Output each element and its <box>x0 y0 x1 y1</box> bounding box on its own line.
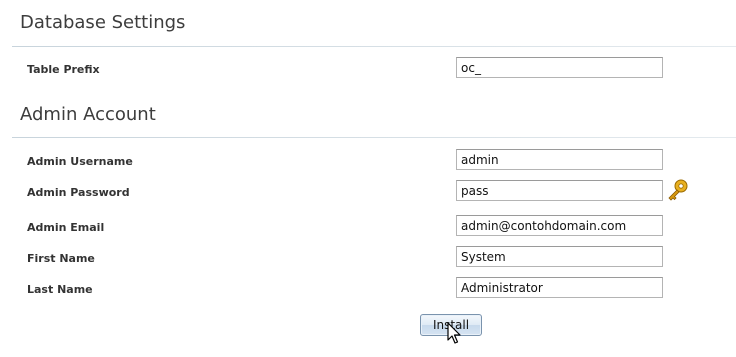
database-section-divider <box>12 46 736 47</box>
last-name-input[interactable] <box>456 277 663 298</box>
key-icon[interactable] <box>666 178 690 202</box>
first-name-input[interactable] <box>456 246 663 267</box>
admin-username-input[interactable] <box>456 149 663 170</box>
table-prefix-input[interactable] <box>456 57 663 78</box>
admin-username-row: Admin Username <box>0 149 736 173</box>
admin-section-divider <box>12 137 736 138</box>
admin-password-input[interactable] <box>456 180 663 201</box>
table-prefix-label: Table Prefix <box>27 63 100 76</box>
table-prefix-row: Table Prefix <box>0 57 736 81</box>
database-settings-heading: Database Settings <box>20 12 186 33</box>
mouse-cursor-icon <box>447 322 461 344</box>
admin-email-input[interactable] <box>456 215 663 236</box>
last-name-label: Last Name <box>27 283 93 296</box>
admin-email-row: Admin Email <box>0 215 736 239</box>
admin-password-row: Admin Password <box>0 178 736 204</box>
admin-email-label: Admin Email <box>27 221 105 234</box>
admin-username-label: Admin Username <box>27 155 133 168</box>
admin-password-label: Admin Password <box>27 186 130 199</box>
first-name-label: First Name <box>27 252 95 265</box>
first-name-row: First Name <box>0 246 736 270</box>
last-name-row: Last Name <box>0 277 736 301</box>
admin-account-heading: Admin Account <box>20 104 156 125</box>
